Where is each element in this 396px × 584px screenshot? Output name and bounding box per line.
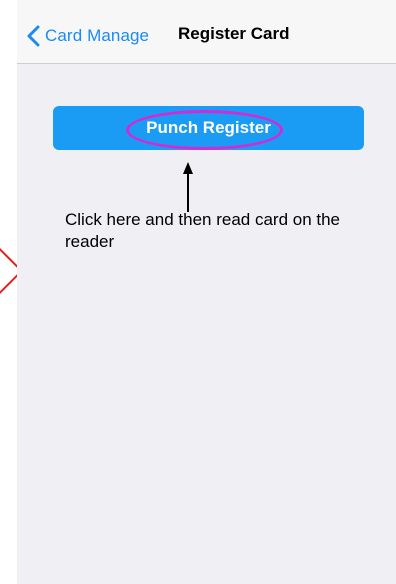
navigation-bar: Card Manage Register Card	[17, 0, 396, 64]
punch-register-button[interactable]: Punch Register	[53, 106, 364, 150]
back-label: Card Manage	[45, 26, 150, 45]
page: Card Manage Register Card Punch Register…	[0, 0, 396, 584]
chevron-left-icon	[25, 25, 41, 47]
arrow-up-icon	[180, 162, 196, 212]
page-title: Register Card	[178, 24, 290, 43]
instruction-text: Click here and then read card on the rea…	[65, 210, 341, 251]
phone-screen: Card Manage Register Card Punch Register…	[17, 0, 396, 584]
back-button[interactable]: Card Manage	[25, 22, 149, 50]
